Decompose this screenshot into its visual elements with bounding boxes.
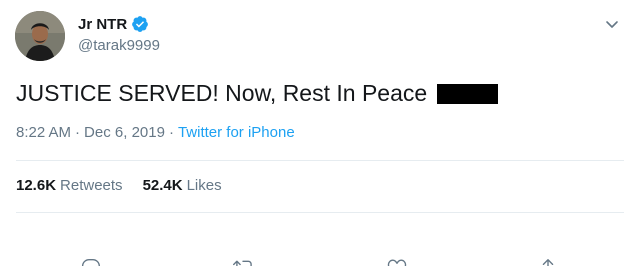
redacted-block [437, 83, 499, 104]
tweet-meta: 8:22 AM · Dec 6, 2019 · Twitter for iPhone [16, 124, 295, 141]
tweet-date[interactable]: Dec 6, 2019 [84, 124, 165, 141]
retweets-count: 12.6K [16, 177, 57, 194]
retweets-stat[interactable]: 12.6K Retweets [16, 177, 123, 194]
tweet-text: JUSTICE SERVED! Now, Rest In Peace [16, 80, 499, 107]
likes-label: Likes [186, 177, 222, 194]
tweet-source-link[interactable]: Twitter for iPhone [178, 124, 295, 141]
likes-stat[interactable]: 52.4K Likes [143, 177, 222, 194]
avatar-image [15, 11, 65, 61]
verified-badge-icon [131, 15, 149, 33]
divider [16, 160, 624, 161]
engagement-stats: 12.6K Retweets 52.4K Likes [16, 177, 242, 194]
tweet-body: JUSTICE SERVED! Now, Rest In Peace [16, 80, 428, 106]
display-name[interactable]: Jr NTR [78, 16, 127, 33]
avatar[interactable] [15, 11, 65, 61]
tweet-time[interactable]: 8:22 AM [16, 124, 71, 141]
retweet-icon[interactable] [233, 257, 255, 266]
reply-icon[interactable] [80, 257, 102, 266]
divider [16, 212, 624, 213]
retweets-label: Retweets [60, 177, 123, 194]
tweet-card: Jr NTR @tarak9999 JUSTICE SERVED! Now, R… [0, 0, 640, 266]
chevron-down-icon[interactable] [604, 16, 620, 32]
likes-count: 52.4K [142, 177, 183, 194]
username-handle[interactable]: @tarak9999 [78, 37, 160, 54]
author-info: Jr NTR @tarak9999 [78, 14, 160, 55]
meta-separator: · [168, 124, 174, 141]
heart-icon[interactable] [386, 257, 408, 266]
share-icon[interactable] [537, 257, 559, 266]
meta-separator: · [75, 124, 81, 141]
